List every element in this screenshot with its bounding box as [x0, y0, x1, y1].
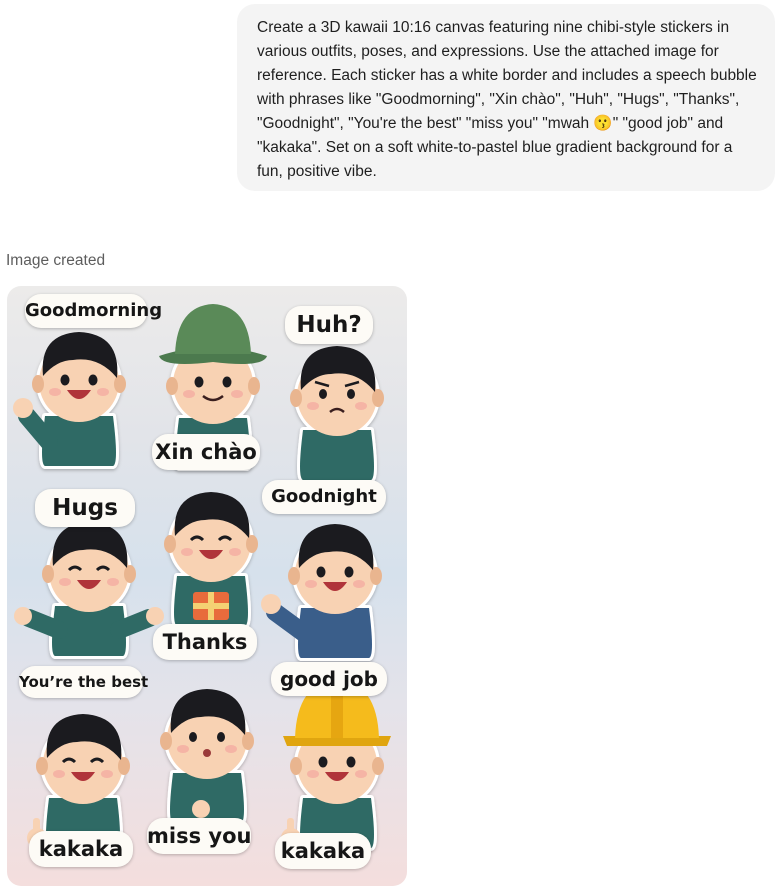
user-message-bubble: Create a 3D kawaii 10:16 canvas featurin… [237, 4, 775, 191]
user-message-text: Create a 3D kawaii 10:16 canvas featurin… [257, 19, 757, 180]
speech-bubble-kakaka: kakaka [29, 831, 133, 867]
speech-bubble-kakaka: kakaka [275, 833, 371, 869]
image-created-label: Image created [6, 252, 106, 269]
speech-bubble: good job [271, 662, 387, 696]
generated-sticker-sheet[interactable]: Goodmorning Xin chào Huh? Hugs Thanks Go… [7, 286, 407, 886]
sticker-figure [281, 680, 391, 851]
